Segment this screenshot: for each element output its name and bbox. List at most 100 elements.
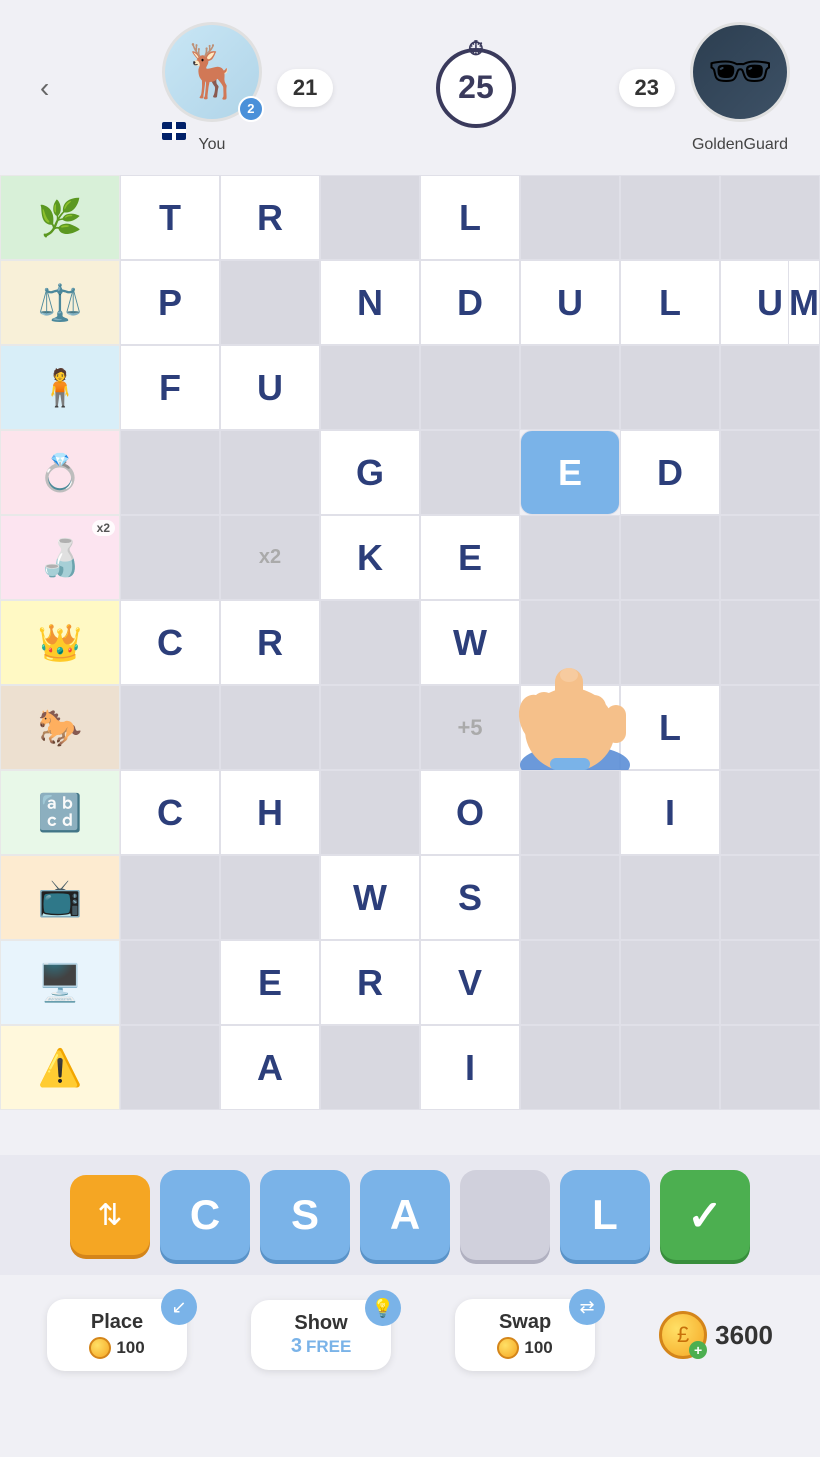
cell-4-1[interactable]: x2 (220, 515, 320, 600)
cell-9-2[interactable]: R (320, 940, 420, 1025)
cell-7-5[interactable]: I (620, 770, 720, 855)
cell-10-5[interactable] (620, 1025, 720, 1110)
cell-5-3[interactable]: W (420, 600, 520, 685)
clue-7[interactable]: 🐎 (0, 685, 120, 770)
confirm-button[interactable]: ✓ (660, 1170, 750, 1260)
tile-empty[interactable] (460, 1170, 550, 1260)
cell-1-0[interactable]: P (120, 260, 220, 345)
cell-1-1[interactable] (220, 260, 320, 345)
clue-3[interactable]: 🧍 (0, 345, 120, 430)
cell-9-0[interactable] (120, 940, 220, 1025)
cell-3-4-active[interactable]: E (520, 430, 620, 515)
cell-3-2[interactable]: G (320, 430, 420, 515)
cell-7-1[interactable]: H (220, 770, 320, 855)
cell-5-0[interactable]: C (120, 600, 220, 685)
cell-7-2[interactable] (320, 770, 420, 855)
swap-tile-button[interactable]: ⇅ (70, 1175, 150, 1255)
cell-10-4[interactable] (520, 1025, 620, 1110)
cell-0-0[interactable]: T (120, 175, 220, 260)
cell-7-4[interactable] (520, 770, 620, 855)
cell-5-6[interactable] (720, 600, 820, 685)
cell-0-5[interactable] (620, 175, 720, 260)
cell-9-5[interactable] (620, 940, 720, 1025)
cell-6-4[interactable]: A (520, 685, 620, 770)
clue-4[interactable]: 💍 (0, 430, 120, 515)
cell-0-3[interactable]: L (420, 175, 520, 260)
cell-5-5[interactable] (620, 600, 720, 685)
cell-0-6[interactable] (720, 175, 820, 260)
cell-7-0[interactable]: C (120, 770, 220, 855)
cell-2-3[interactable] (420, 345, 520, 430)
tile-C[interactable]: C (160, 1170, 250, 1260)
cell-5-2[interactable] (320, 600, 420, 685)
cell-9-4[interactable] (520, 940, 620, 1025)
cell-1-3[interactable]: D (420, 260, 520, 345)
cell-2-4[interactable] (520, 345, 620, 430)
cell-5-4[interactable] (520, 600, 620, 685)
cell-6-6[interactable] (720, 685, 820, 770)
cell-6-5[interactable]: L (620, 685, 720, 770)
cell-3-3[interactable] (420, 430, 520, 515)
clue-2[interactable]: ⚖️ (0, 260, 120, 345)
cell-4-5[interactable] (620, 515, 720, 600)
cell-1-5[interactable]: L (620, 260, 720, 345)
cell-8-0[interactable] (120, 855, 220, 940)
cell-9-1[interactable]: E (220, 940, 320, 1025)
cell-2-1[interactable]: U (220, 345, 320, 430)
cell-8-3[interactable]: S (420, 855, 520, 940)
cell-10-1[interactable]: A (220, 1025, 320, 1110)
cell-0-4[interactable] (520, 175, 620, 260)
show-button[interactable]: 💡 Show 3 FREE (251, 1300, 391, 1370)
cell-1-2[interactable]: N (320, 260, 420, 345)
cell-0-2[interactable] (320, 175, 420, 260)
swap-button[interactable]: ⇄ Swap 100 (455, 1299, 595, 1371)
cell-8-4[interactable] (520, 855, 620, 940)
cell-7-6[interactable] (720, 770, 820, 855)
clue-8[interactable]: 🔡 (0, 770, 120, 855)
cell-9-3[interactable]: V (420, 940, 520, 1025)
cell-10-6[interactable] (720, 1025, 820, 1110)
cell-2-5[interactable] (620, 345, 720, 430)
cell-5-1[interactable]: R (220, 600, 320, 685)
tile-S[interactable]: S (260, 1170, 350, 1260)
clue-6[interactable]: 👑 (0, 600, 120, 685)
cell-2-2[interactable] (320, 345, 420, 430)
cell-4-3[interactable]: E (420, 515, 520, 600)
cell-6-0[interactable] (120, 685, 220, 770)
cell-3-5[interactable]: D (620, 430, 720, 515)
cell-6-3[interactable]: +5 (420, 685, 520, 770)
cell-6-1[interactable] (220, 685, 320, 770)
cell-4-0[interactable] (120, 515, 220, 600)
clue-5[interactable]: 🍶 x2 (0, 515, 120, 600)
cell-3-1[interactable] (220, 430, 320, 515)
cell-6-2[interactable] (320, 685, 420, 770)
cell-3-6[interactable] (720, 430, 820, 515)
cell-9-6[interactable] (720, 940, 820, 1025)
cell-10-2[interactable] (320, 1025, 420, 1110)
cell-4-4[interactable] (520, 515, 620, 600)
clue-9[interactable]: 📺 (0, 855, 120, 940)
tile-A[interactable]: A (360, 1170, 450, 1260)
cell-1-4[interactable]: U (520, 260, 620, 345)
cell-4-2[interactable]: K (320, 515, 420, 600)
clue-1[interactable]: 🌿 (0, 175, 120, 260)
cell-1-7-M[interactable]: M (788, 260, 820, 345)
cell-8-2[interactable]: W (320, 855, 420, 940)
cell-4-6[interactable] (720, 515, 820, 600)
wallet-section[interactable]: £ + 3600 (659, 1311, 773, 1359)
cell-10-3[interactable]: I (420, 1025, 520, 1110)
tile-L[interactable]: L (560, 1170, 650, 1260)
cell-3-0[interactable] (120, 430, 220, 515)
cell-7-3[interactable]: O (420, 770, 520, 855)
cell-8-1[interactable] (220, 855, 320, 940)
clue-10[interactable]: 🖥️ (0, 940, 120, 1025)
cell-10-0[interactable] (120, 1025, 220, 1110)
clue-11[interactable]: ⚠️ (0, 1025, 120, 1110)
cell-8-5[interactable] (620, 855, 720, 940)
place-button[interactable]: ↙ Place 100 (47, 1299, 187, 1371)
cell-0-1[interactable]: R (220, 175, 320, 260)
cell-8-6[interactable] (720, 855, 820, 940)
back-button[interactable]: ‹ (30, 67, 59, 109)
cell-2-0[interactable]: F (120, 345, 220, 430)
cell-2-6[interactable] (720, 345, 820, 430)
